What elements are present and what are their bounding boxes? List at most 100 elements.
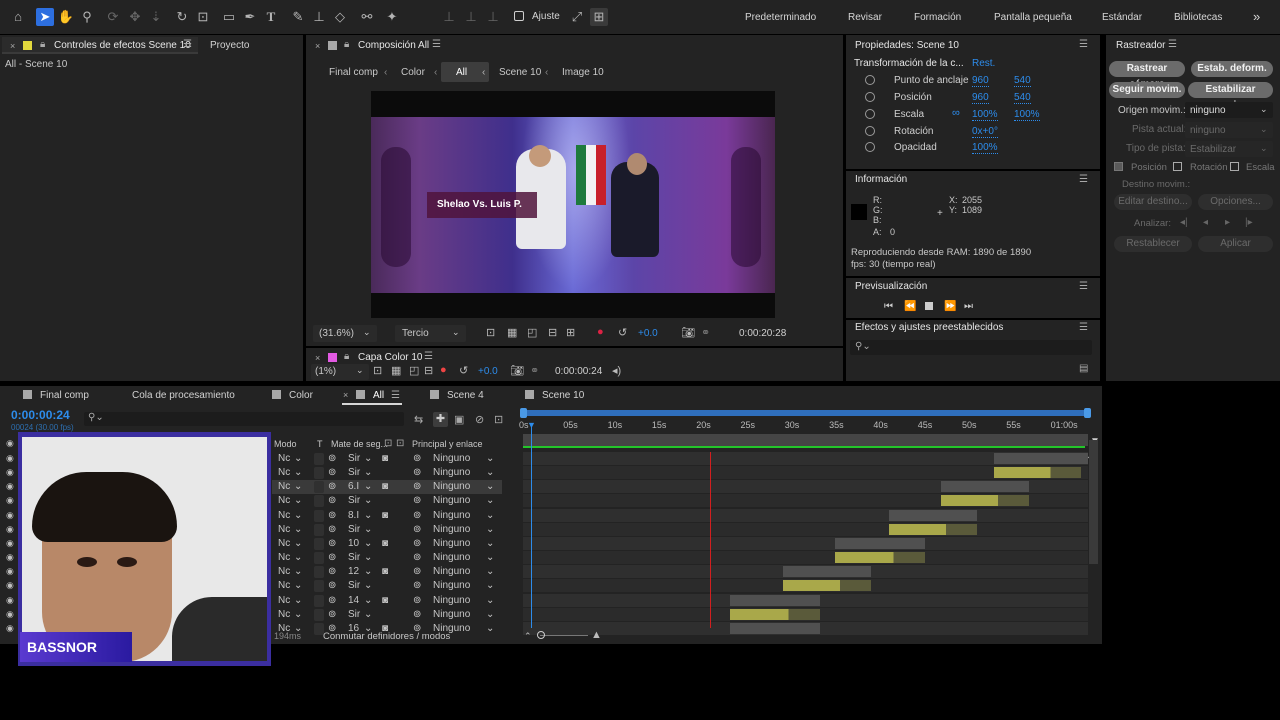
home-icon[interactable]: ⌂	[9, 8, 27, 26]
time-navigator-end-handle[interactable]	[1084, 408, 1091, 418]
visibility-eye-icon[interactable]: ◉	[6, 595, 14, 606]
layer-mode-select[interactable]: Nc	[278, 552, 290, 563]
preserve-transparency-toggle[interactable]	[314, 453, 324, 465]
parent-pickwhip-icon[interactable]: ⊚	[413, 595, 421, 606]
layer-row[interactable]: Nc ⌄ ⊚ 8.I ⌄ ◙ ⊚ Ninguno ⌄	[272, 509, 502, 523]
panel-menu-icon[interactable]: ☰	[1079, 174, 1088, 185]
channel-icon[interactable]: ●	[440, 364, 447, 376]
preserve-transparency-toggle[interactable]	[314, 537, 324, 550]
parent-pickwhip-icon[interactable]: ⊚	[413, 524, 421, 535]
hand-tool-icon[interactable]: ✋	[57, 8, 75, 26]
layer-parent-select[interactable]: Ninguno	[433, 595, 470, 606]
panel-menu-icon[interactable]: ☰	[1079, 322, 1088, 333]
snapshot-icon[interactable]: 📷︎	[510, 364, 524, 377]
visibility-eye-icon[interactable]: ◉	[6, 453, 14, 464]
layer-parent-select[interactable]: Ninguno	[433, 538, 470, 549]
preserve-transparency-toggle[interactable]	[314, 580, 324, 593]
tab-composition[interactable]: Composición All	[358, 40, 429, 51]
workspace-libraries[interactable]: Bibliotecas	[1174, 12, 1222, 23]
zoom-out-icon[interactable]: ⌃	[524, 631, 532, 642]
panel-menu-icon[interactable]: ☰	[432, 39, 441, 50]
layer-matte-select[interactable]: 10	[348, 538, 359, 549]
axis-local-icon[interactable]: ⊥	[440, 8, 458, 26]
pan-tool-icon[interactable]: ✥	[126, 8, 144, 26]
parent-pickwhip-icon[interactable]: ⊚	[413, 609, 421, 620]
stopwatch-icon[interactable]	[865, 126, 875, 136]
matte-pickwhip-icon[interactable]: ⊚	[328, 510, 336, 521]
lock-icon[interactable]: 🔒︎	[344, 351, 349, 362]
analyze-next-icon[interactable]: |▸	[1245, 217, 1253, 228]
preserve-transparency-toggle[interactable]	[314, 467, 324, 480]
prop-rotation[interactable]: 0x+0°	[972, 126, 998, 138]
layer-parent-select[interactable]: Ninguno	[433, 609, 470, 620]
parent-pickwhip-icon[interactable]: ⊚	[413, 453, 421, 464]
layer-mode-select[interactable]: Nc	[278, 580, 290, 591]
toggle-switches-modes-button[interactable]: Conmutar definidores / modos	[323, 631, 450, 642]
layer-parent-select[interactable]: Ninguno	[433, 481, 470, 492]
matte-mode-icon[interactable]: ◙	[382, 538, 388, 549]
matte-mode-icon[interactable]: ◙	[382, 481, 388, 492]
layer-duration-bar[interactable]	[783, 566, 871, 578]
layer-duration-bar[interactable]	[941, 495, 1029, 507]
matte-pickwhip-icon[interactable]: ⊚	[328, 453, 336, 464]
crumb-all[interactable]: All	[456, 67, 467, 78]
effects-search-input[interactable]	[850, 340, 1092, 355]
puppet-pin-icon[interactable]: ✦	[383, 8, 401, 26]
workspace-small-screen[interactable]: Pantalla pequeña	[994, 12, 1072, 23]
stabilize-motion-button[interactable]: Estabilizar movim.	[1188, 82, 1273, 111]
crumb-final-comp[interactable]: Final comp	[329, 67, 378, 78]
matte-pickwhip-icon[interactable]: ⊚	[328, 524, 336, 535]
orbit-tool-icon[interactable]: ⟳	[104, 8, 122, 26]
lock-icon[interactable]: 🔒︎	[40, 39, 45, 50]
workspace-overflow-icon[interactable]: »	[1253, 9, 1260, 24]
edit-target-button[interactable]: Editar destino...	[1114, 194, 1192, 210]
visibility-eye-icon[interactable]: ◉	[6, 609, 14, 620]
layer-duration-bar[interactable]	[730, 608, 820, 620]
parent-pickwhip-icon[interactable]: ⊚	[413, 481, 421, 492]
prop-scale-x[interactable]: 100%	[972, 109, 998, 121]
layer-parent-select[interactable]: Ninguno	[433, 524, 470, 535]
parent-pickwhip-icon[interactable]: ⊚	[413, 510, 421, 521]
workspace-standard[interactable]: Estándar	[1102, 12, 1142, 23]
layer-row[interactable]: Nc ⌄ ⊚ Sir ⌄ ⊚ Ninguno ⌄	[272, 551, 502, 565]
layer-parent-select[interactable]: Ninguno	[433, 453, 470, 464]
layer-row[interactable]: Nc ⌄ ⊚ 6.I ⌄ ◙ ⊚ Ninguno ⌄	[272, 480, 502, 495]
panel-menu-icon[interactable]: ☰	[391, 390, 400, 401]
matte-pickwhip-icon[interactable]: ⊚	[328, 609, 336, 620]
layer-row[interactable]: Nc ⌄ ⊚ Sir ⌄ ⊚ Ninguno ⌄	[272, 523, 502, 537]
layer-duration-bar[interactable]	[730, 594, 820, 606]
snap-grid-icon[interactable]: ⊞	[590, 8, 608, 26]
parent-pickwhip-icon[interactable]: ⊚	[413, 580, 421, 591]
crumb-color[interactable]: Color	[401, 67, 425, 78]
parent-pickwhip-icon[interactable]: ⊚	[413, 467, 421, 478]
layer-exposure-value[interactable]: +0.0	[478, 366, 498, 377]
rotate-tool-icon[interactable]: ↻	[173, 8, 191, 26]
layer-row[interactable]: Nc ⌄ ⊚ Sir ⌄ ⊚ Ninguno ⌄	[272, 494, 502, 508]
layer-mode-select[interactable]: Nc	[278, 510, 290, 521]
mask-visibility-icon[interactable]: ◰	[527, 326, 537, 339]
lock-icon[interactable]: 🔒︎	[344, 39, 349, 50]
panel-menu-icon[interactable]: ☰	[1079, 39, 1088, 50]
matte-pickwhip-icon[interactable]: ⊚	[328, 580, 336, 591]
current-time-indicator[interactable]	[531, 423, 532, 628]
layer-mode-select[interactable]: Nc	[278, 467, 290, 478]
layer-duration-bar[interactable]	[889, 509, 977, 521]
layer-duration-bar[interactable]	[994, 453, 1088, 464]
stop-icon[interactable]	[925, 302, 933, 310]
preserve-transparency-toggle[interactable]	[314, 566, 324, 579]
visibility-eye-icon[interactable]: ◉	[6, 580, 14, 591]
layer-mode-select[interactable]: Nc	[278, 595, 290, 606]
layer-matte-select[interactable]: Sir	[348, 552, 360, 563]
exposure-value[interactable]: +0.0	[638, 328, 658, 339]
layer-matte-select[interactable]: Sir	[348, 467, 360, 478]
layer-mode-select[interactable]: Nc	[278, 538, 290, 549]
timeline-search-input[interactable]	[84, 412, 404, 426]
crumb-scene-10[interactable]: Scene 10	[499, 67, 541, 78]
scale-checkbox[interactable]	[1230, 162, 1239, 171]
layer-row[interactable]: Nc ⌄ ⊚ Sir ⌄ ⊚ Ninguno ⌄	[272, 579, 502, 593]
mask-visibility-icon[interactable]: ◰	[409, 364, 419, 377]
timeline-tab-render-queue[interactable]: Cola de procesamiento	[132, 390, 235, 401]
draft-3d-icon[interactable]: ✚	[433, 412, 448, 427]
reset-exposure-icon[interactable]: ↺	[618, 326, 627, 339]
layer-row[interactable]: Nc ⌄ ⊚ Sir ⌄ ⊚ Ninguno ⌄	[272, 466, 502, 480]
